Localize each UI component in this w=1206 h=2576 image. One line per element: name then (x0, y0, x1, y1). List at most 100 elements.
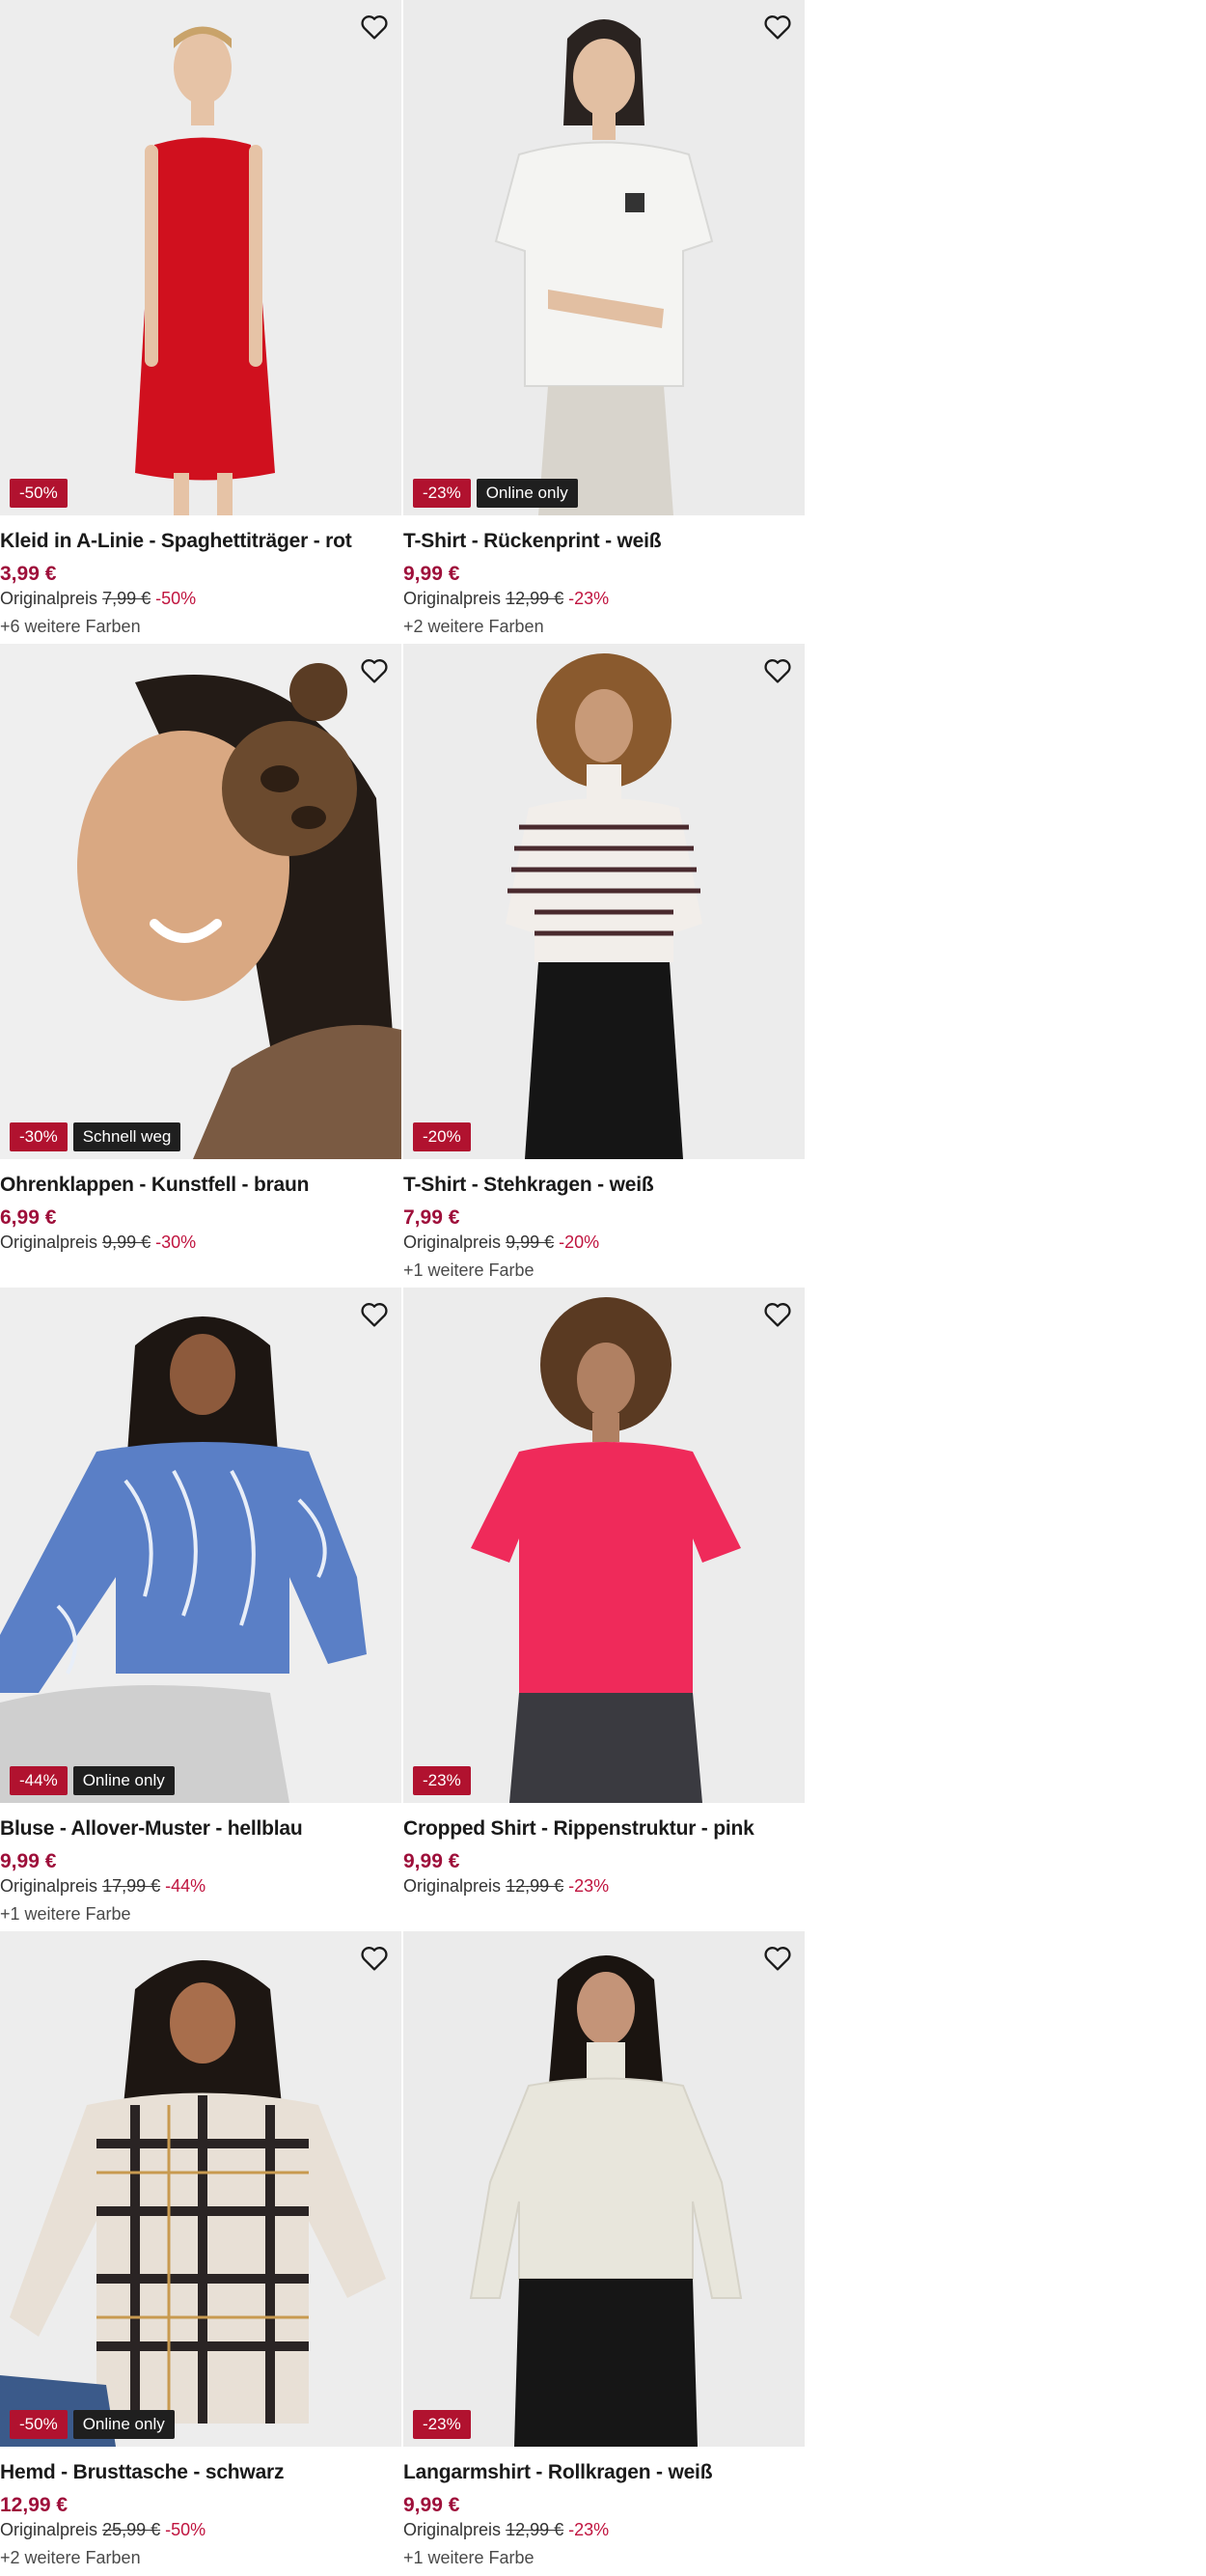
product-title[interactable]: Cropped Shirt - Rippenstruktur - pink (403, 1817, 805, 1841)
favorite-button[interactable] (760, 655, 795, 686)
product-photo (0, 644, 401, 1159)
discount-badge: -23% (413, 2410, 471, 2439)
original-price-line: Originalpreis 17,99 € -44% (0, 1874, 401, 1897)
discount-percent: -23% (568, 589, 610, 608)
product-card[interactable]: -44% Online only Bluse - Allover-Muster … (0, 1288, 401, 1931)
heart-outline-icon (764, 15, 791, 40)
product-photo (0, 1931, 401, 2447)
product-title[interactable]: Ohrenklappen - Kunstfell - braun (0, 1174, 401, 1197)
discount-percent: -23% (568, 2520, 610, 2539)
product-title[interactable]: Langarmshirt - Rollkragen - weiß (403, 2461, 805, 2484)
discount-badge: -23% (413, 1766, 471, 1795)
product-price: 9,99 € (403, 2494, 460, 2516)
product-info: T-Shirt - Stehkragen - weiß 7,99 € Origi… (403, 1159, 805, 1281)
original-price-line: Originalpreis 12,99 € -23% (403, 2518, 805, 2541)
schnell-weg-badge: Schnell weg (72, 1122, 181, 1151)
original-price-label: Originalpreis (403, 1876, 502, 1896)
more-colors[interactable]: +2 weitere Farben (0, 2547, 401, 2568)
product-image[interactable]: -23% Online only (403, 0, 805, 515)
product-card[interactable]: -23% Cropped Shirt - Rippenstruktur - pi… (403, 1288, 805, 1931)
online-only-badge: Online only (72, 1766, 175, 1795)
more-colors[interactable]: +1 weitere Farbe (403, 2547, 805, 2568)
original-price-label: Originalpreis (0, 589, 98, 608)
discount-badge: -50% (10, 2410, 68, 2439)
product-title[interactable]: T-Shirt - Rückenprint - weiß (403, 530, 805, 553)
product-price: 9,99 € (403, 1850, 460, 1872)
product-image[interactable]: -50% Online only (0, 1931, 401, 2447)
heart-outline-icon (764, 1303, 791, 1327)
product-photo (403, 0, 805, 515)
product-image[interactable]: -20% (403, 644, 805, 1159)
discount-percent: -23% (568, 1876, 610, 1896)
more-colors[interactable]: +6 weitere Farben (0, 616, 401, 637)
original-price-line: Originalpreis 7,99 € -50% (0, 587, 401, 610)
favorite-button[interactable] (357, 1943, 392, 1974)
original-price-line: Originalpreis 12,99 € -23% (403, 1874, 805, 1897)
badge-row: -50% (10, 479, 68, 508)
product-photo (0, 1288, 401, 1803)
original-price-line: Originalpreis 9,99 € -30% (0, 1231, 401, 1254)
favorite-button[interactable] (357, 655, 392, 686)
original-price-line: Originalpreis 25,99 € -50% (0, 2518, 401, 2541)
original-price: 7,99 € (102, 589, 151, 608)
product-card[interactable]: -23% Online only T-Shirt - Rückenprint -… (403, 0, 805, 644)
favorite-button[interactable] (760, 12, 795, 42)
favorite-button[interactable] (357, 12, 392, 42)
product-title[interactable]: Kleid in A-Linie - Spaghettiträger - rot (0, 530, 401, 553)
product-card[interactable]: -30% Schnell weg Ohrenklappen - Kunstfel… (0, 644, 401, 1288)
product-photo (403, 1931, 805, 2447)
favorite-button[interactable] (760, 1299, 795, 1330)
product-info: Bluse - Allover-Muster - hellblau 9,99 €… (0, 1803, 401, 1925)
discount-percent: -20% (559, 1233, 600, 1252)
original-price-label: Originalpreis (0, 1876, 98, 1896)
discount-badge: -44% (10, 1766, 68, 1795)
heart-outline-icon (361, 1303, 388, 1327)
more-colors[interactable]: +1 weitere Farbe (0, 1903, 401, 1925)
badge-row: -44% Online only (10, 1766, 175, 1795)
more-colors[interactable]: +1 weitere Farbe (403, 1260, 805, 1281)
product-image[interactable]: -23% (403, 1931, 805, 2447)
discount-badge: -20% (413, 1122, 471, 1151)
original-price-label: Originalpreis (0, 2520, 98, 2539)
discount-percent: -30% (155, 1233, 197, 1252)
garment (494, 141, 714, 387)
product-title[interactable]: Bluse - Allover-Muster - hellblau (0, 1817, 401, 1841)
discount-badge: -30% (10, 1122, 68, 1151)
discount-percent: -50% (165, 2520, 206, 2539)
original-price-label: Originalpreis (403, 2520, 502, 2539)
favorite-button[interactable] (357, 1299, 392, 1330)
product-image[interactable]: -50% (0, 0, 401, 515)
product-image[interactable]: -23% (403, 1288, 805, 1803)
product-title[interactable]: Hemd - Brusttasche - schwarz (0, 2461, 401, 2484)
product-price: 3,99 € (0, 563, 57, 585)
product-card[interactable]: -50% Kleid in A-Linie - Spaghettiträger … (0, 0, 401, 644)
original-price-label: Originalpreis (403, 589, 502, 608)
original-price: 12,99 € (506, 589, 564, 608)
original-price-line: Originalpreis 9,99 € -20% (403, 1231, 805, 1254)
badge-row: -23% Online only (413, 479, 578, 508)
original-price: 12,99 € (506, 1876, 564, 1896)
discount-badge: -23% (413, 479, 471, 508)
heart-outline-icon (764, 659, 791, 683)
badge-row: -20% (413, 1122, 471, 1151)
product-info: Langarmshirt - Rollkragen - weiß 9,99 € … (403, 2447, 805, 2568)
product-image[interactable]: -44% Online only (0, 1288, 401, 1803)
discount-badge: -50% (10, 479, 68, 508)
product-price: 12,99 € (0, 2494, 69, 2516)
product-info: Hemd - Brusttasche - schwarz 12,99 € Ori… (0, 2447, 401, 2568)
favorite-button[interactable] (760, 1943, 795, 1974)
product-price: 9,99 € (0, 1850, 57, 1872)
product-title[interactable]: T-Shirt - Stehkragen - weiß (403, 1174, 805, 1197)
more-colors[interactable]: +2 weitere Farben (403, 616, 805, 637)
product-grid: -50% Kleid in A-Linie - Spaghettiträger … (0, 0, 805, 2575)
online-only-badge: Online only (476, 479, 578, 508)
product-card[interactable]: -50% Online only Hemd - Brusttasche - sc… (0, 1931, 401, 2575)
heart-outline-icon (361, 1947, 388, 1971)
product-card[interactable]: -20% T-Shirt - Stehkragen - weiß 7,99 € … (403, 644, 805, 1288)
original-price: 9,99 € (506, 1233, 555, 1252)
garment (506, 798, 702, 962)
product-image[interactable]: -30% Schnell weg (0, 644, 401, 1159)
discount-percent: -50% (155, 589, 197, 608)
heart-outline-icon (361, 15, 388, 40)
product-card[interactable]: -23% Langarmshirt - Rollkragen - weiß 9,… (403, 1931, 805, 2575)
